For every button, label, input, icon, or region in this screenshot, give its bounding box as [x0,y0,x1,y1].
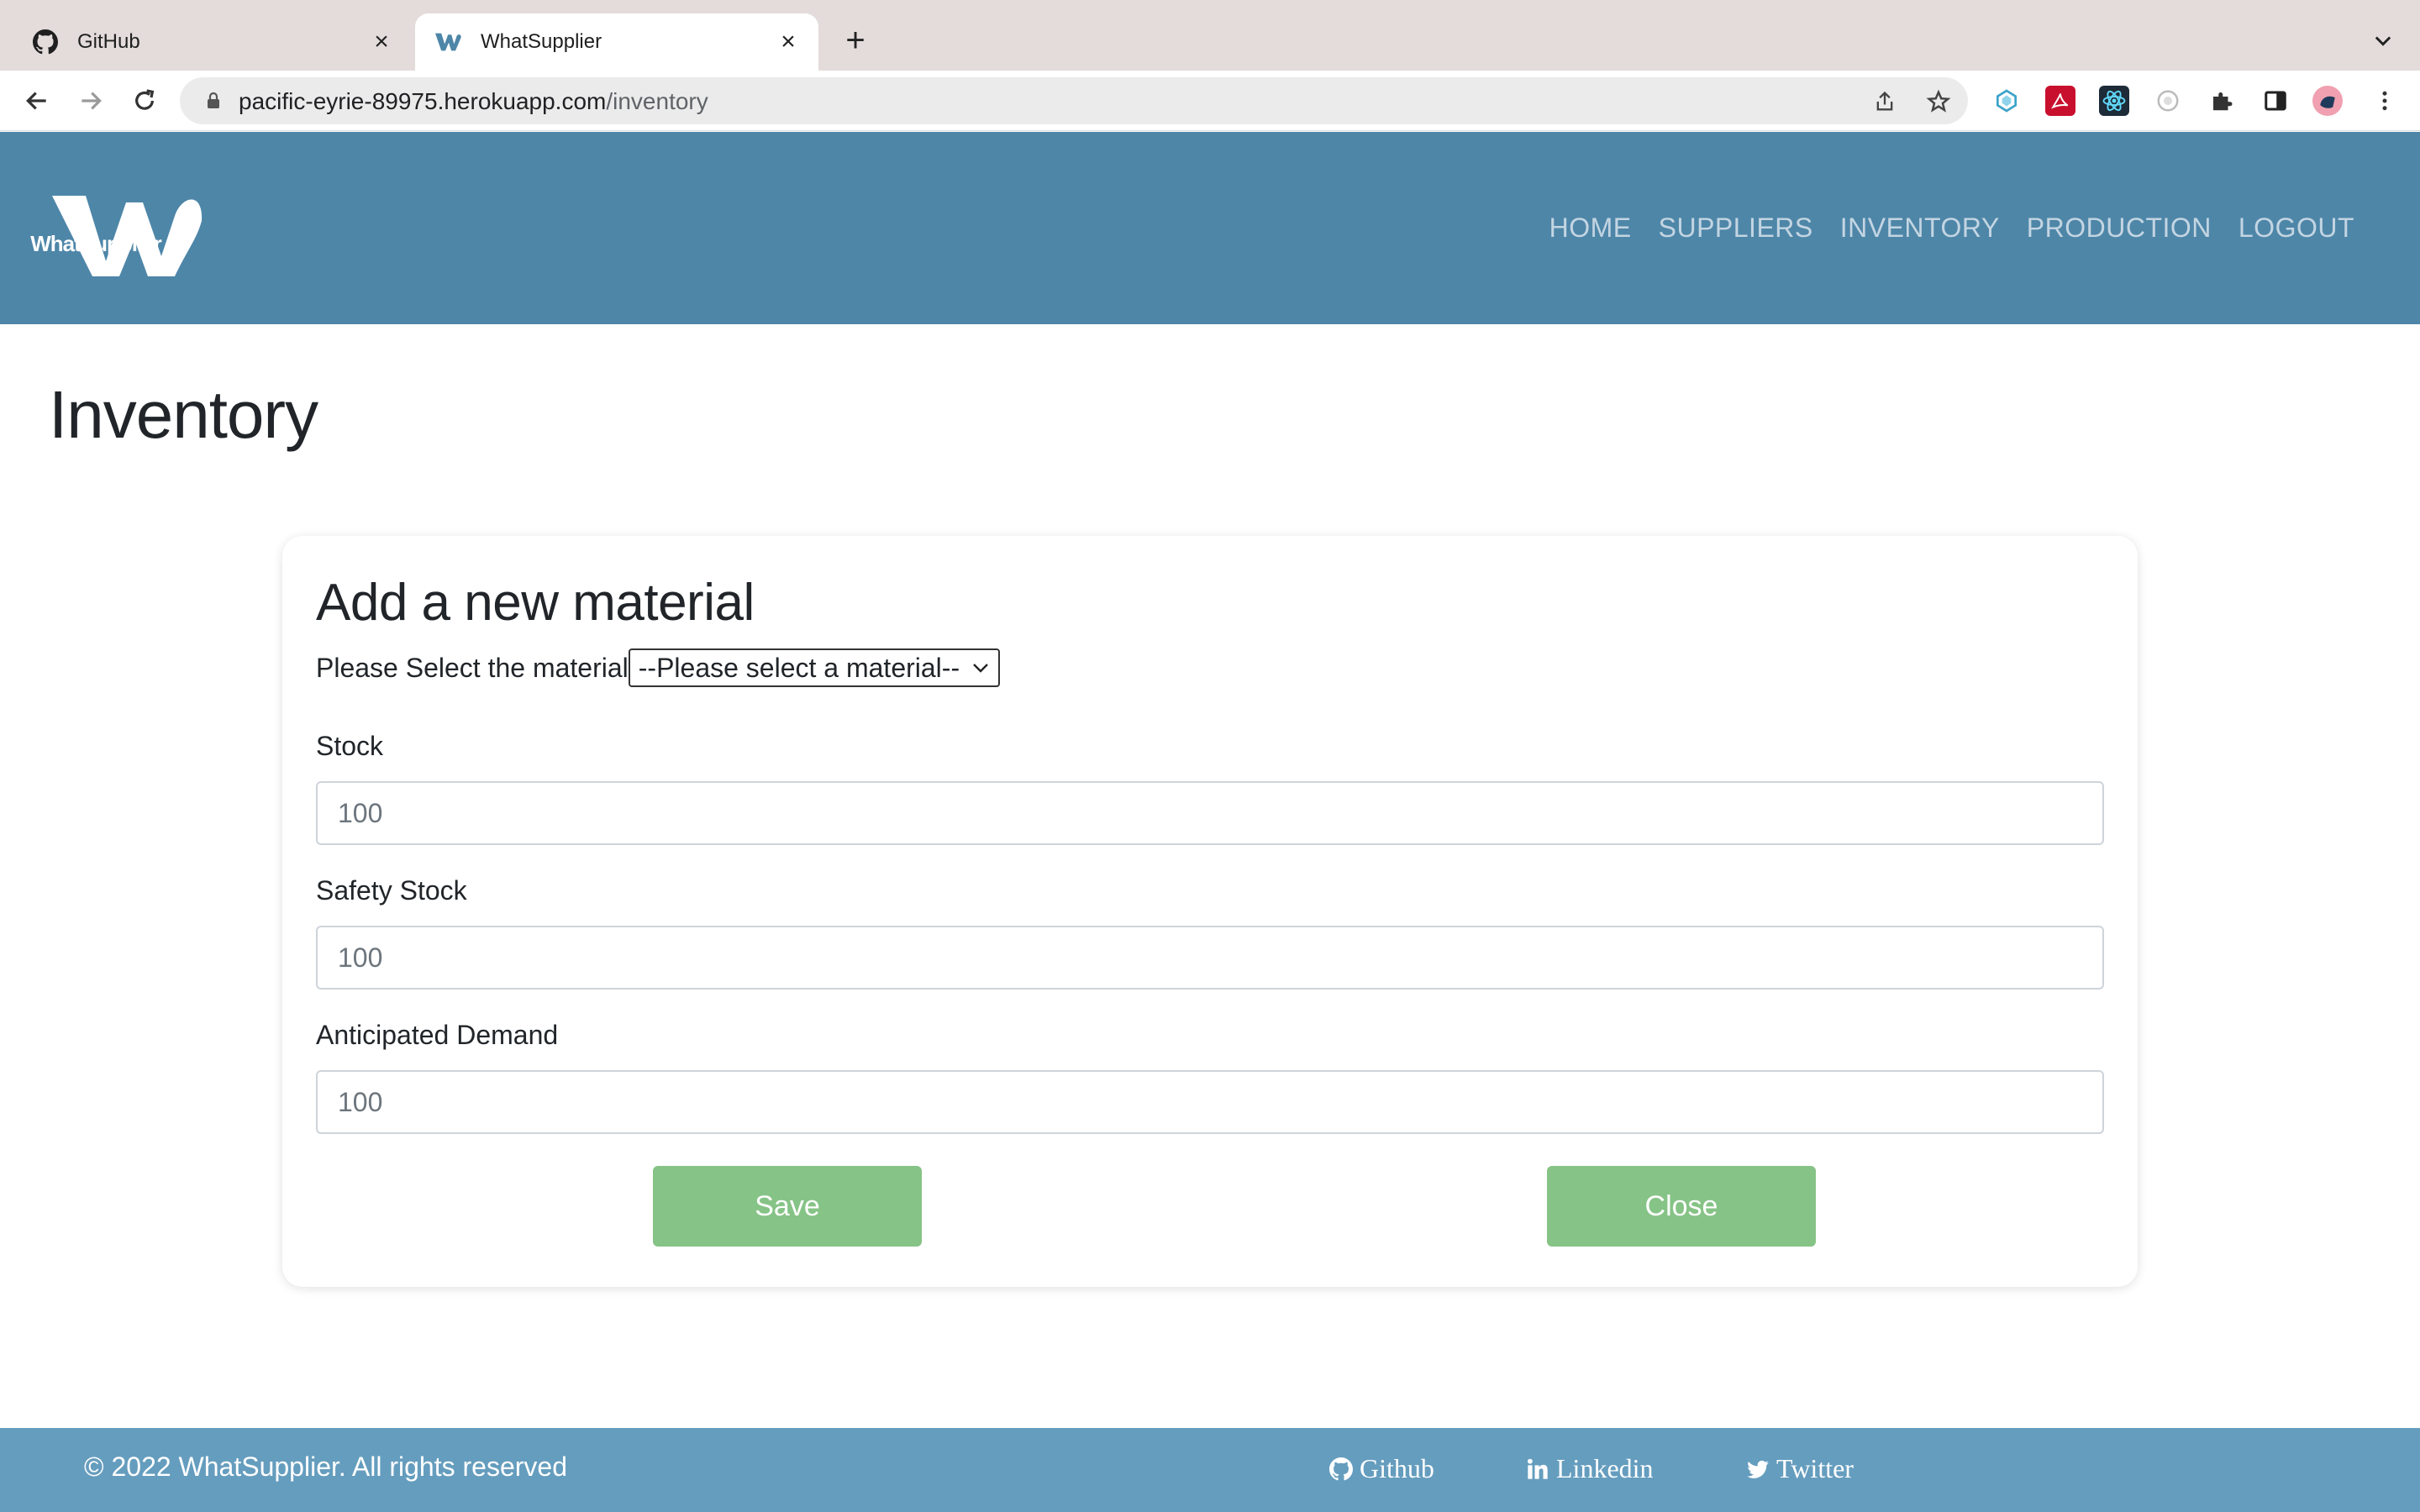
url-path: /inventory [606,88,708,114]
copyright-text: © 2022 WhatSupplier. All rights reserved [84,1452,567,1482]
page-title: Inventory [49,377,318,452]
close-tab-icon[interactable]: × [370,29,393,55]
tab-title: GitHub [77,30,140,53]
nav-logout[interactable]: LOGOUT [2238,213,2354,244]
close-button[interactable]: Close [1547,1166,1816,1247]
material-select[interactable]: --Please select a material-- [628,648,1001,687]
linkedin-link[interactable]: Linkedin [1526,1453,1654,1484]
tab-search-chevron-icon[interactable] [2371,29,2395,52]
safety-stock-placeholder: 100 [338,942,383,973]
browser-tabstrip: GitHub × WhatSupplier × + [0,0,2420,71]
url-text: pacific-eyrie-89975.herokuapp.com/invent… [239,88,708,115]
github-link[interactable]: Github [1329,1453,1434,1484]
add-material-card: Add a new material Please Select the mat… [282,536,2138,1287]
anticipated-demand-placeholder: 100 [338,1086,383,1117]
twitter-link[interactable]: Twitter [1746,1453,1854,1484]
github-link-label: Github [1360,1453,1434,1483]
stock-placeholder: 100 [338,797,383,828]
tab-whatsupplier[interactable]: WhatSupplier × [415,13,818,71]
extension-bracket-icon[interactable] [1991,86,2022,116]
stock-label: Stock [316,731,384,761]
nav-suppliers[interactable]: SUPPLIERS [1659,213,1813,244]
nav-production[interactable]: PRODUCTION [2027,213,2212,244]
twitter-link-label: Twitter [1776,1453,1854,1483]
whatsupplier-logo[interactable] [49,162,217,297]
safety-stock-label: Safety Stock [316,875,467,906]
url-domain: pacific-eyrie-89975.herokuapp.com [239,88,607,114]
app-header: WhatSupplier HOME SUPPLIERS INVENTORY PR… [0,132,2420,324]
safety-stock-input[interactable]: 100 [316,926,2104,990]
profile-avatar[interactable] [2312,86,2343,116]
linkedin-icon [1527,1458,1548,1479]
extension-acrobat-icon[interactable] [2045,86,2075,116]
lock-icon [208,92,219,108]
form-title: Add a new material [316,574,755,632]
share-icon[interactable] [1872,89,1897,114]
anticipated-demand-input[interactable]: 100 [316,1070,2104,1134]
material-select-label: Please Select the material [316,652,629,683]
forward-arrow-icon[interactable] [74,84,108,118]
address-bar[interactable]: pacific-eyrie-89975.herokuapp.com/invent… [180,77,1968,124]
save-button[interactable]: Save [653,1166,922,1247]
side-panel-icon[interactable] [2260,86,2291,116]
anticipated-demand-label: Anticipated Demand [316,1020,559,1050]
back-arrow-icon[interactable] [20,84,54,118]
github-icon [32,29,59,55]
linkedin-link-label: Linkedin [1556,1453,1654,1483]
tab-github[interactable]: GitHub × [0,13,412,71]
github-icon [1329,1457,1353,1480]
twitter-icon [1747,1460,1769,1478]
nav-home[interactable]: HOME [1549,213,1632,244]
tab-title: WhatSupplier [481,30,602,53]
close-tab-icon[interactable]: × [776,29,800,55]
extension-react-devtools-icon[interactable] [2099,86,2129,116]
new-tab-button[interactable]: + [837,22,874,59]
material-select-row: Please Select the material --Please sele… [316,648,1001,687]
material-select-value: --Please select a material-- [638,652,960,683]
logo-text: WhatSupplier [30,231,162,256]
reload-icon[interactable] [128,84,161,118]
main-nav: HOME SUPPLIERS INVENTORY PRODUCTION LOGO… [1549,213,2354,244]
footer: © 2022 WhatSupplier. All rights reserved… [0,1428,2420,1512]
whatsupplier-favicon [435,29,462,55]
nav-inventory[interactable]: INVENTORY [1840,213,2000,244]
extension-circle-icon[interactable] [2153,86,2183,116]
bookmark-star-icon[interactable] [1926,89,1951,114]
extensions-puzzle-icon[interactable] [2207,86,2237,116]
stock-input[interactable]: 100 [316,781,2104,845]
chevron-down-icon [973,664,988,673]
browser-menu-icon[interactable] [2370,86,2400,116]
